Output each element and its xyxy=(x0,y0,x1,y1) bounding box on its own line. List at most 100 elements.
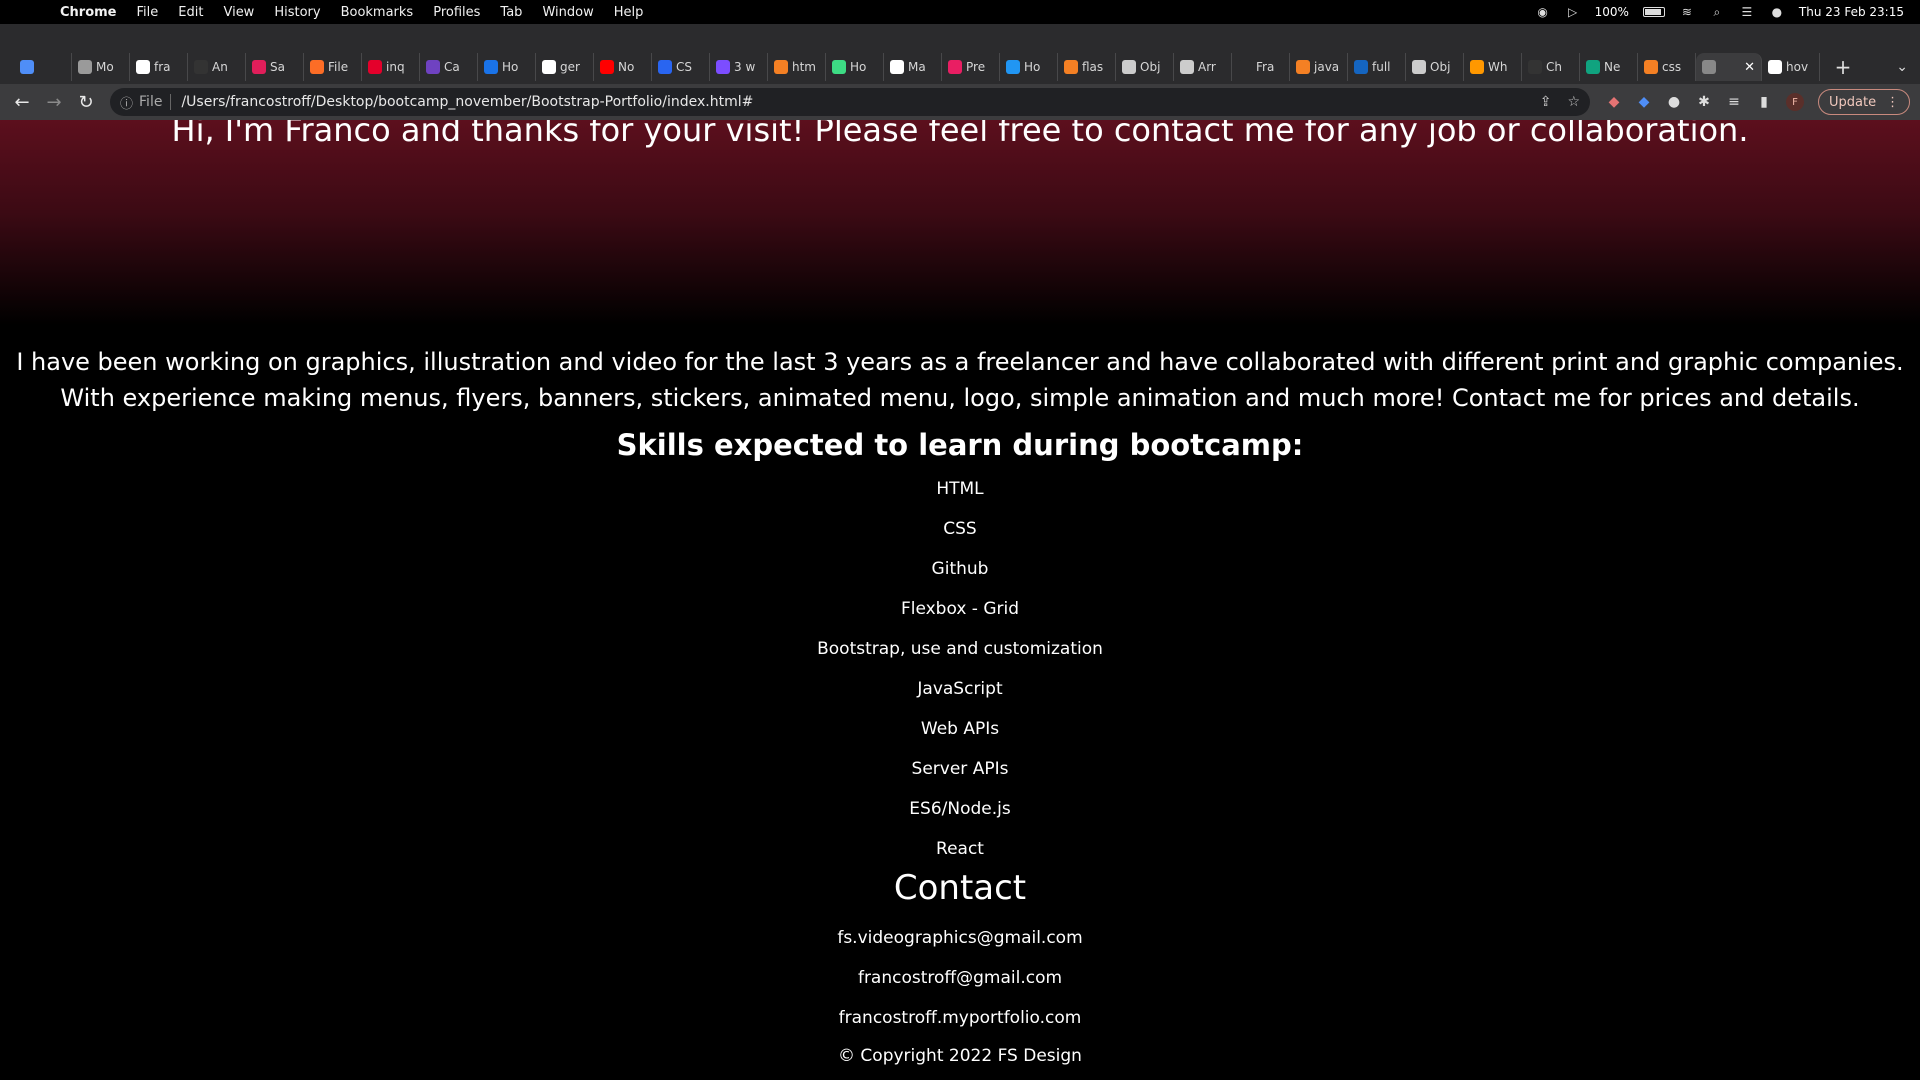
reading-list-icon[interactable]: ≡ xyxy=(1726,94,1742,110)
browser-tab[interactable]: css xyxy=(1638,53,1696,81)
tab-favicon-icon xyxy=(890,60,904,74)
contact-email-link[interactable]: francostroff@gmail.com xyxy=(0,966,1920,1006)
search-icon[interactable]: ⌕ xyxy=(1709,4,1725,20)
screen-recorder-extension-icon[interactable]: ◆ xyxy=(1606,94,1622,110)
browser-tab[interactable]: Ma xyxy=(884,53,942,81)
tab-title: Mo xyxy=(96,60,114,74)
profile-avatar[interactable]: F xyxy=(1786,93,1804,111)
browser-tab[interactable]: Obj xyxy=(1406,53,1464,81)
tab-title: Ca xyxy=(444,60,460,74)
tab-favicon-icon xyxy=(1470,60,1484,74)
play-icon[interactable]: ▷ xyxy=(1565,4,1581,20)
browser-tab[interactable]: CS xyxy=(652,53,710,81)
browser-tab[interactable]: hov xyxy=(1762,53,1820,81)
update-button[interactable]: Update ⋮ xyxy=(1818,89,1911,115)
browser-tab[interactable]: java xyxy=(1290,53,1348,81)
page-viewport[interactable]: Hi, I'm Franco and thanks for your visit… xyxy=(0,120,1920,1080)
tab-favicon-icon xyxy=(774,60,788,74)
back-button[interactable]: ← xyxy=(6,92,38,113)
siri-icon[interactable]: ● xyxy=(1769,4,1785,20)
menu-profiles[interactable]: Profiles xyxy=(423,5,490,20)
browser-tab[interactable]: full xyxy=(1348,53,1406,81)
browser-tab[interactable] xyxy=(14,53,72,81)
browser-tab[interactable]: Wh xyxy=(1464,53,1522,81)
browser-tab[interactable]: Mo xyxy=(72,53,130,81)
copyright-footer: © Copyright 2022 FS Design xyxy=(838,1046,1082,1066)
close-tab-icon[interactable]: ✕ xyxy=(1744,60,1755,75)
url-text[interactable]: /Users/francostroff/Desktop/bootcamp_nov… xyxy=(181,94,753,110)
intro-line: I have been working on graphics, illustr… xyxy=(16,348,1904,376)
browser-tab[interactable]: fra xyxy=(130,53,188,81)
browser-tab[interactable]: Ch xyxy=(1522,53,1580,81)
browser-tab[interactable]: 3 w xyxy=(710,53,768,81)
menu-chrome[interactable]: Chrome xyxy=(50,5,127,20)
tab-favicon-icon xyxy=(252,60,266,74)
browser-tab[interactable]: Fra xyxy=(1232,53,1290,81)
tab-favicon-icon xyxy=(426,60,440,74)
menu-help[interactable]: Help xyxy=(604,5,654,20)
menu-window[interactable]: Window xyxy=(532,5,603,20)
browser-tab[interactable]: Ho xyxy=(1000,53,1058,81)
browser-tab[interactable]: Sa xyxy=(246,53,304,81)
browser-tab[interactable]: Pre xyxy=(942,53,1000,81)
tab-favicon-icon xyxy=(542,60,556,74)
contact-email-link[interactable]: fs.videographics@gmail.com xyxy=(0,926,1920,966)
tab-favicon-icon xyxy=(832,60,846,74)
browser-tab[interactable]: Ca xyxy=(420,53,478,81)
menu-tab[interactable]: Tab xyxy=(490,5,532,20)
browser-tab[interactable]: ger xyxy=(536,53,594,81)
skill-item: Bootstrap, use and customization xyxy=(817,639,1103,659)
status-area: ◉ ▷ 100% ≋ ⌕ ☰ ● Thu 23 Feb 23:15 xyxy=(1535,4,1920,20)
info-icon[interactable]: ⓘ xyxy=(120,93,133,112)
browser-tab[interactable]: Ho xyxy=(478,53,536,81)
control-center-icon[interactable]: ☰ xyxy=(1739,4,1755,20)
battery-icon[interactable] xyxy=(1642,7,1665,17)
browser-tab[interactable]: ✕ xyxy=(1696,53,1762,81)
reload-button[interactable]: ↻ xyxy=(70,92,102,113)
browser-tab[interactable]: Obj xyxy=(1116,53,1174,81)
tab-favicon-icon xyxy=(1586,60,1600,74)
menubar-clock[interactable]: Thu 23 Feb 23:15 xyxy=(1799,5,1904,19)
tab-favicon-icon xyxy=(1412,60,1426,74)
gem-extension-icon[interactable]: ◆ xyxy=(1636,94,1652,110)
browser-tab[interactable]: File xyxy=(304,53,362,81)
browser-tab[interactable]: htm xyxy=(768,53,826,81)
browser-tab[interactable]: An xyxy=(188,53,246,81)
browser-tab[interactable]: Ho xyxy=(826,53,884,81)
menu-bookmarks[interactable]: Bookmarks xyxy=(331,5,424,20)
menu-file[interactable]: File xyxy=(127,5,169,20)
wifi-icon[interactable]: ≋ xyxy=(1679,4,1695,20)
tab-title: ger xyxy=(560,60,580,74)
browser-tab[interactable]: No xyxy=(594,53,652,81)
circle-extension-icon[interactable]: ● xyxy=(1666,94,1682,110)
tab-title: Wh xyxy=(1488,60,1508,74)
contact-portfolio-link[interactable]: francostroff.myportfolio.com xyxy=(0,1006,1920,1046)
grammarly-icon[interactable]: ◉ xyxy=(1535,4,1551,20)
side-panel-icon[interactable]: ▮ xyxy=(1756,94,1772,110)
browser-tab[interactable]: Ne xyxy=(1580,53,1638,81)
address-bar[interactable]: ⓘ File /Users/francostroff/Desktop/bootc… xyxy=(110,88,1590,116)
browser-tab[interactable]: Arr xyxy=(1174,53,1232,81)
new-tab-button[interactable]: + xyxy=(1826,55,1860,79)
tab-title: Arr xyxy=(1198,60,1216,74)
forward-button[interactable]: → xyxy=(38,92,70,113)
tab-title: Obj xyxy=(1140,60,1161,74)
menu-edit[interactable]: Edit xyxy=(168,5,213,20)
menu-history[interactable]: History xyxy=(264,5,330,20)
menu-view[interactable]: View xyxy=(213,5,264,20)
browser-tab[interactable]: flas xyxy=(1058,53,1116,81)
tab-favicon-icon xyxy=(1238,60,1252,74)
tab-title: 3 w xyxy=(734,60,756,74)
bookmark-star-icon[interactable]: ☆ xyxy=(1567,94,1580,110)
skill-item: Flexbox - Grid xyxy=(900,599,1020,619)
tab-favicon-icon xyxy=(1180,60,1194,74)
tab-title: Obj xyxy=(1430,60,1451,74)
skill-item: Web APIs xyxy=(920,719,1000,739)
puzzle-extensions-icon[interactable]: ✱ xyxy=(1696,94,1712,110)
tab-favicon-icon xyxy=(310,60,324,74)
browser-tab[interactable]: inq xyxy=(362,53,420,81)
share-icon[interactable]: ⇪ xyxy=(1540,94,1552,110)
kebab-menu-icon[interactable]: ⋮ xyxy=(1886,95,1899,110)
tab-title: File xyxy=(328,60,349,74)
chevron-down-icon[interactable]: ⌄ xyxy=(1896,59,1908,75)
